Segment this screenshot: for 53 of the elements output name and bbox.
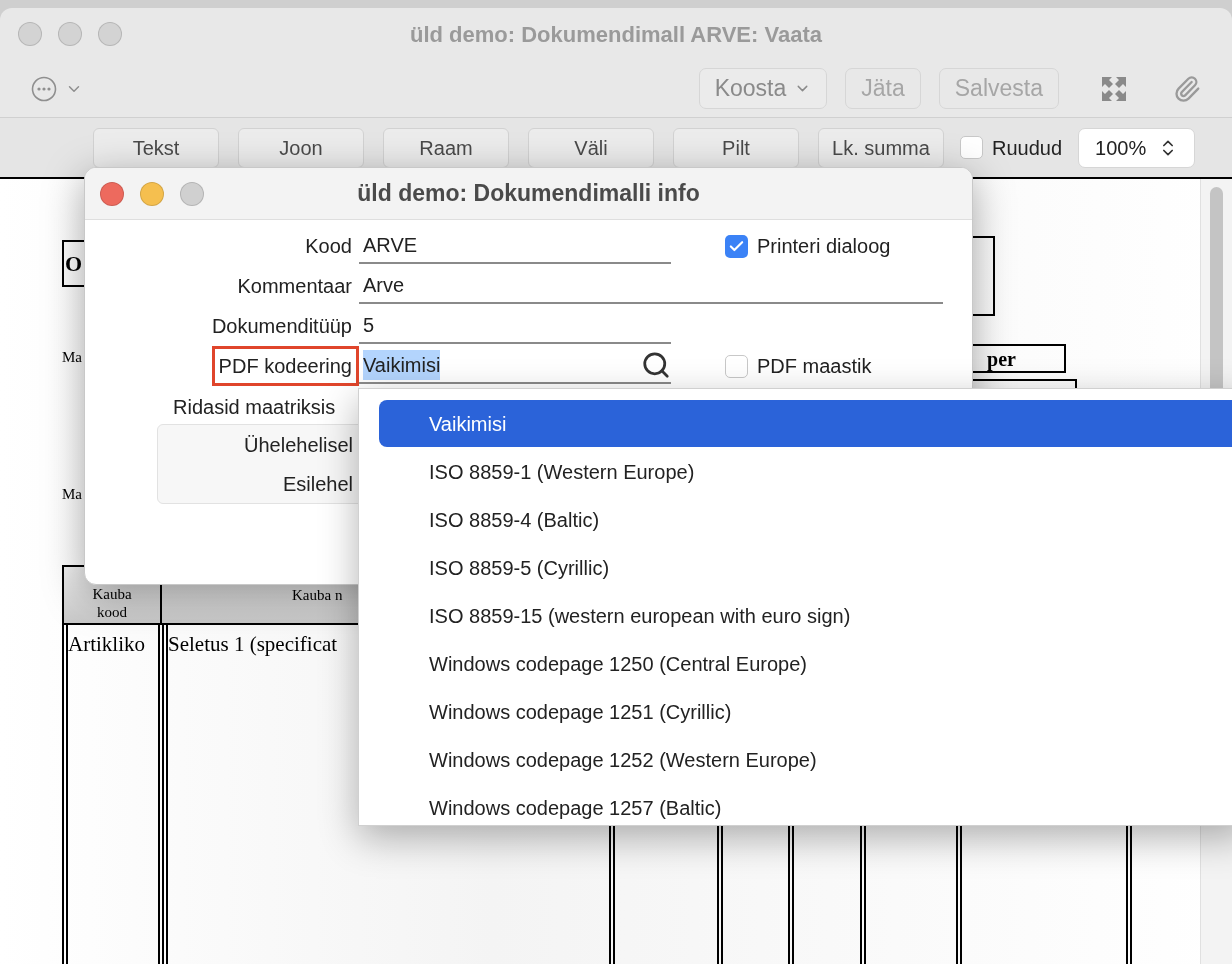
window-control-icon[interactable] [58, 22, 82, 46]
column-header: Kauba n [292, 585, 343, 605]
more-icon[interactable] [31, 75, 57, 102]
search-icon[interactable] [641, 350, 671, 380]
document-text: Ma [62, 348, 82, 367]
insert-button[interactable]: Lk. summa [818, 127, 944, 168]
window-control-icon[interactable] [100, 181, 124, 206]
option-label: Esilehel [281, 471, 353, 497]
menu-item[interactable]: Windows codepage 1251 (Cyrillic) [379, 688, 1232, 735]
table-cell-text: Artikliko [68, 631, 145, 658]
input-field[interactable]: Vaikimisi [359, 348, 671, 384]
arrows-icon[interactable] [1101, 75, 1127, 102]
document-text: Ma [62, 485, 82, 504]
input-field[interactable]: ARVE [359, 228, 671, 264]
checkbox-label: PDF maastik [757, 354, 872, 379]
menu-item[interactable]: ISO 8859-4 (Baltic) [379, 496, 1232, 543]
checkbox[interactable] [725, 354, 748, 378]
menu-item[interactable]: Windows codepage 1257 (Baltic) [379, 784, 1232, 831]
window-control-icon[interactable] [98, 22, 122, 46]
section-label: Ridasid maatriksis [173, 395, 336, 420]
menu-item[interactable]: Vaikimisi [379, 400, 1232, 447]
field-label: Kood [304, 234, 353, 259]
checkbox[interactable] [960, 136, 983, 159]
menu-item[interactable]: ISO 8859-5 (Cyrillic) [379, 544, 1232, 591]
menu-item[interactable]: Windows codepage 1250 (Central Europe) [379, 640, 1232, 687]
document-heading: O [65, 252, 83, 275]
checkbox-label: Ruudud [992, 135, 1063, 161]
option-label: Ühelehelisel [243, 432, 353, 458]
input-field[interactable]: 5 [359, 308, 671, 344]
window-control-icon[interactable] [18, 22, 42, 46]
menu-item[interactable]: ISO 8859-1 (Western Europe) [379, 448, 1232, 495]
insert-button[interactable]: Väli [528, 127, 654, 168]
zoom-stepper[interactable]: 100% [1078, 127, 1196, 168]
menu-item[interactable]: Windows codepage 1252 (Western Europe) [379, 736, 1232, 783]
window-title: üld demo: Dokumendimall ARVE: Vaata [410, 20, 822, 49]
field-label: PDF kodeering [211, 346, 359, 386]
menu-item[interactable]: ISO 8859-15 (western european with euro sign) [379, 592, 1232, 639]
column-header: Kauba kood [92, 585, 132, 621]
document-text: per [987, 346, 1016, 373]
field-label: Dokumenditüüp [210, 314, 353, 339]
checkbox-label: Printeri dialoog [757, 234, 891, 259]
paperclip-icon[interactable] [1173, 74, 1201, 103]
checkbox[interactable] [725, 234, 748, 258]
table-cell-text: Seletus 1 (specificat [168, 631, 338, 658]
insert-button[interactable]: Tekst [93, 127, 219, 168]
window-control-icon[interactable] [140, 181, 164, 206]
insert-button[interactable]: Raam [383, 127, 509, 168]
input-field[interactable]: Arve [359, 268, 943, 304]
insert-button[interactable]: Joon [238, 127, 364, 168]
window-control-icon[interactable] [180, 181, 204, 206]
field-label: Kommentaar [236, 274, 353, 299]
insert-button[interactable]: Pilt [673, 127, 799, 168]
dialog-title: üld demo: Dokumendimalli info [357, 179, 700, 209]
